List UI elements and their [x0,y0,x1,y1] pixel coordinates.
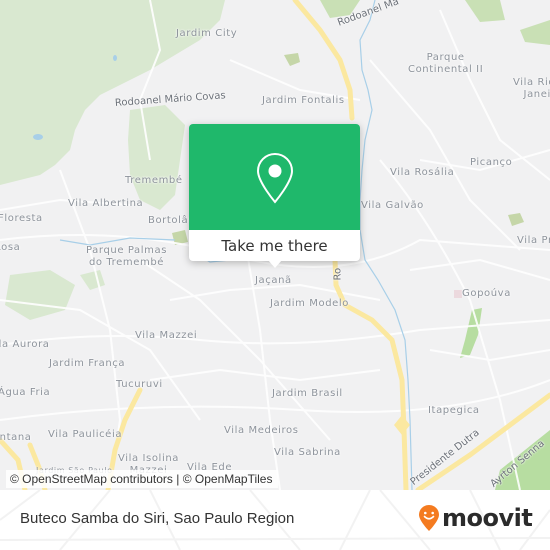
park-area [80,270,105,290]
place-label: Parque Palmas do Tremembé [86,245,168,268]
park-area [460,308,482,358]
location-title: Buteco Samba do Siri, Sao Paulo Region [20,510,295,527]
park-area [520,20,550,45]
moovit-logo[interactable]: moovit [418,504,533,532]
forest-area [128,105,185,210]
place-label: Jardim City [176,28,238,39]
take-me-there-button[interactable]: Take me there [189,230,360,261]
place-label: Vila Aurora [0,339,50,350]
road-label: Ro [333,268,344,281]
place-label: Jaçanã [255,275,292,286]
place-label: Gopoúva [462,288,511,299]
place-label: Vila Medeiros [224,425,299,436]
place-label: Santana [0,432,32,443]
popup-pointer [268,260,282,268]
place-label: Água Fria [0,387,51,398]
place-label: Jardim Fontalis [262,95,345,106]
park-area [508,213,524,226]
place-label: Tucuruvi [116,379,163,390]
footer: Buteco Samba do Siri, Sao Paulo Region m… [0,490,550,550]
place-label: Vila Rosália [390,167,455,178]
place-label: Floresta [0,213,43,224]
map-attribution[interactable]: © OpenStreetMap contributors | © OpenMap… [6,470,279,488]
place-label: Picanço [470,157,513,168]
place-label: Vila Pr [517,235,550,246]
map[interactable]: Jardim City Parque Continental II Vila R… [0,0,550,490]
park-area [284,53,300,66]
place-label: Parque Continental II [408,52,484,75]
park-area [465,0,505,22]
popup-header [189,124,360,230]
place-label: Vila Mazzei [135,330,198,341]
place-label: Rosa [0,242,21,253]
place-label: Vila Paulicéia [48,429,123,440]
place-label: Jardim França [49,358,126,369]
moovit-pin-icon [419,505,439,531]
hospital-area [454,290,462,298]
place-label: Itapegica [428,405,480,416]
moovit-wordmark: moovit [442,504,533,532]
place-label: Tremembé [125,175,183,186]
road-label-text: Ro [332,267,344,281]
location-popup: Take me there [189,124,360,268]
place-label: Jardim Brasil [272,388,343,399]
place-label: Vila Galvão [361,200,424,211]
place-label: Vila Albertina [68,198,144,209]
map-pin-icon [256,152,294,204]
place-label: Jardim Modelo [270,298,350,309]
place-label: Vila Sabrina [274,447,341,458]
place-label: Vila Rio de Janeiro [513,77,550,100]
park-area [5,270,75,320]
